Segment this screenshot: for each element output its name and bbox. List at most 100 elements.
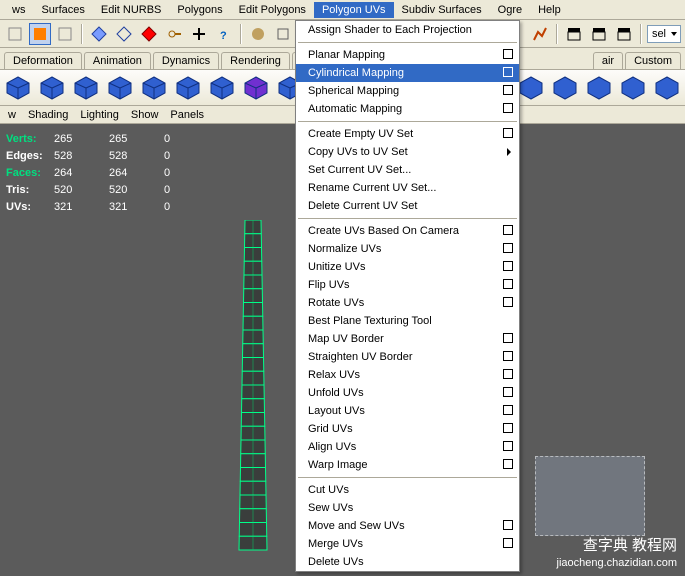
menu-item-merge-uvs[interactable]: Merge UVs bbox=[296, 535, 519, 553]
menu-item-unitize-uvs[interactable]: Unitize UVs bbox=[296, 258, 519, 276]
menu-item-spherical-mapping[interactable]: Spherical Mapping bbox=[296, 82, 519, 100]
shelf-tab-rendering[interactable]: Rendering bbox=[221, 52, 290, 69]
tool-btn-generic[interactable] bbox=[4, 23, 26, 45]
menu-item-copy-uvs-to-uv-set[interactable]: Copy UVs to UV Set bbox=[296, 143, 519, 161]
option-box-icon[interactable] bbox=[503, 85, 513, 95]
menu-item-straighten-uv-border[interactable]: Straighten UV Border bbox=[296, 348, 519, 366]
option-box-icon[interactable] bbox=[503, 538, 513, 548]
option-box-icon[interactable] bbox=[503, 261, 513, 271]
menu-item-label: Create UVs Based On Camera bbox=[308, 225, 459, 237]
menu-item-label: Automatic Mapping bbox=[308, 103, 402, 115]
option-box-icon[interactable] bbox=[503, 279, 513, 289]
shelf-tab-air[interactable]: air bbox=[593, 52, 623, 69]
option-box-icon[interactable] bbox=[503, 459, 513, 469]
menu-item-cylindrical-mapping[interactable]: Cylindrical Mapping bbox=[296, 64, 519, 82]
menu-item-map-uv-border[interactable]: Map UV Border bbox=[296, 330, 519, 348]
menu-item-delete-current-uv-set[interactable]: Delete Current UV Set bbox=[296, 197, 519, 215]
menu-item-layout-uvs[interactable]: Layout UVs bbox=[296, 402, 519, 420]
menu-item-edit-polygons[interactable]: Edit Polygons bbox=[231, 2, 314, 18]
option-box-icon[interactable] bbox=[503, 333, 513, 343]
menu-item-flip-uvs[interactable]: Flip UVs bbox=[296, 276, 519, 294]
menu-item-set-current-uv-set-[interactable]: Set Current UV Set... bbox=[296, 161, 519, 179]
shelf-primitive-icon[interactable] bbox=[549, 72, 581, 104]
menu-item-polygon-uvs[interactable]: Polygon UVs bbox=[314, 2, 394, 18]
shelf-tab-custom[interactable]: Custom bbox=[625, 52, 681, 69]
menu-item-normalize-uvs[interactable]: Normalize UVs bbox=[296, 240, 519, 258]
panel-menu-panels[interactable]: Panels bbox=[170, 109, 204, 121]
shelf-primitive-icon[interactable] bbox=[70, 72, 102, 104]
shelf-primitive-icon[interactable] bbox=[104, 72, 136, 104]
panel-menu-lighting[interactable]: Lighting bbox=[80, 109, 119, 121]
shelf-tab-animation[interactable]: Animation bbox=[84, 52, 151, 69]
menu-item-subdiv-surfaces[interactable]: Subdiv Surfaces bbox=[394, 2, 490, 18]
tool-btn-generic[interactable] bbox=[247, 23, 269, 45]
menu-item-ogre[interactable]: Ogre bbox=[490, 2, 530, 18]
panel-menu-w[interactable]: w bbox=[8, 109, 16, 121]
shelf-primitive-icon[interactable] bbox=[240, 72, 272, 104]
tool-paint-icon[interactable] bbox=[529, 23, 551, 45]
option-box-icon[interactable] bbox=[503, 423, 513, 433]
shelf-primitive-icon[interactable] bbox=[36, 72, 68, 104]
option-box-icon[interactable] bbox=[503, 103, 513, 113]
menu-item-rename-current-uv-set-[interactable]: Rename Current UV Set... bbox=[296, 179, 519, 197]
option-box-icon[interactable] bbox=[503, 49, 513, 59]
menu-item-help[interactable]: Help bbox=[530, 2, 569, 18]
option-box-icon[interactable] bbox=[503, 243, 513, 253]
tool-clapper-icon[interactable] bbox=[588, 23, 610, 45]
menu-item-rotate-uvs[interactable]: Rotate UVs bbox=[296, 294, 519, 312]
menu-item-create-uvs-based-on-camera[interactable]: Create UVs Based On Camera bbox=[296, 222, 519, 240]
menu-item-warp-image[interactable]: Warp Image bbox=[296, 456, 519, 474]
option-box-icon[interactable] bbox=[503, 351, 513, 361]
menu-item-assign-shader-to-each-projection[interactable]: Assign Shader to Each Projection bbox=[296, 21, 519, 39]
shelf-primitive-icon[interactable] bbox=[651, 72, 683, 104]
option-box-icon[interactable] bbox=[503, 369, 513, 379]
shelf-primitive-icon[interactable] bbox=[172, 72, 204, 104]
menu-item-align-uvs[interactable]: Align UVs bbox=[296, 438, 519, 456]
tool-key-icon[interactable] bbox=[163, 23, 185, 45]
shelf-primitive-icon[interactable] bbox=[206, 72, 238, 104]
shelf-tab-dynamics[interactable]: Dynamics bbox=[153, 52, 219, 69]
tool-btn-generic[interactable] bbox=[272, 23, 294, 45]
option-box-icon[interactable] bbox=[503, 405, 513, 415]
menu-item-polygons[interactable]: Polygons bbox=[169, 2, 230, 18]
option-box-icon[interactable] bbox=[503, 128, 513, 138]
tool-btn-selected[interactable] bbox=[29, 23, 51, 45]
shelf-primitive-icon[interactable] bbox=[583, 72, 615, 104]
menu-item-planar-mapping[interactable]: Planar Mapping bbox=[296, 46, 519, 64]
panel-menu-shading[interactable]: Shading bbox=[28, 109, 68, 121]
menu-item-automatic-mapping[interactable]: Automatic Mapping bbox=[296, 100, 519, 118]
menu-item-create-empty-uv-set[interactable]: Create Empty UV Set bbox=[296, 125, 519, 143]
tool-clapper-icon[interactable] bbox=[563, 23, 585, 45]
tool-btn-generic[interactable] bbox=[54, 23, 76, 45]
option-box-icon[interactable] bbox=[503, 441, 513, 451]
option-box-icon[interactable] bbox=[503, 520, 513, 530]
shelf-tab-deformation[interactable]: Deformation bbox=[4, 52, 82, 69]
option-box-icon[interactable] bbox=[503, 225, 513, 235]
hud-value: 0 bbox=[164, 167, 184, 179]
option-box-icon[interactable] bbox=[503, 387, 513, 397]
tool-diamond-icon[interactable] bbox=[138, 23, 160, 45]
menu-item-unfold-uvs[interactable]: Unfold UVs bbox=[296, 384, 519, 402]
menu-item-relax-uvs[interactable]: Relax UVs bbox=[296, 366, 519, 384]
tool-plus-icon[interactable] bbox=[188, 23, 210, 45]
menu-item-sew-uvs[interactable]: Sew UVs bbox=[296, 499, 519, 517]
option-box-icon[interactable] bbox=[503, 297, 513, 307]
option-box-icon[interactable] bbox=[503, 67, 513, 77]
menu-item-edit-nurbs[interactable]: Edit NURBS bbox=[93, 2, 170, 18]
shelf-primitive-icon[interactable] bbox=[2, 72, 34, 104]
menu-item-grid-uvs[interactable]: Grid UVs bbox=[296, 420, 519, 438]
menu-item-best-plane-texturing-tool[interactable]: Best Plane Texturing Tool bbox=[296, 312, 519, 330]
menu-item-delete-uvs[interactable]: Delete UVs bbox=[296, 553, 519, 571]
panel-menu-show[interactable]: Show bbox=[131, 109, 159, 121]
tool-diamond-icon[interactable] bbox=[113, 23, 135, 45]
tool-diamond-icon[interactable] bbox=[88, 23, 110, 45]
menu-item-surfaces[interactable]: Surfaces bbox=[33, 2, 92, 18]
tool-help-icon[interactable]: ? bbox=[213, 23, 235, 45]
shelf-primitive-icon[interactable] bbox=[617, 72, 649, 104]
tool-clapper-icon[interactable] bbox=[613, 23, 635, 45]
shelf-primitive-icon[interactable] bbox=[138, 72, 170, 104]
menu-item-cut-uvs[interactable]: Cut UVs bbox=[296, 481, 519, 499]
menu-item-ws[interactable]: ws bbox=[4, 2, 33, 18]
menu-item-move-and-sew-uvs[interactable]: Move and Sew UVs bbox=[296, 517, 519, 535]
selection-mode-dropdown[interactable]: sel bbox=[647, 25, 681, 43]
